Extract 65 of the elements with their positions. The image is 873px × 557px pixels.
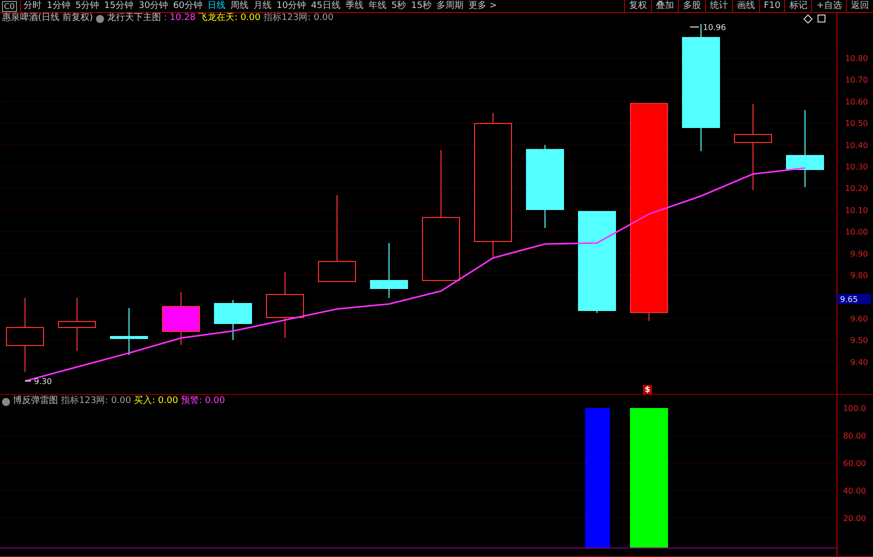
period-tab[interactable]: 日线 — [208, 0, 226, 12]
period-tab[interactable]: 分时 — [24, 0, 42, 12]
indicator-axis-label: 80.00 — [843, 432, 866, 441]
candlestick — [58, 298, 96, 352]
period-tab[interactable]: 更多 > — [468, 0, 498, 12]
candlestick — [110, 308, 148, 356]
chart-mode-button[interactable]: C0 — [2, 1, 17, 12]
signal-value: 飞龙在天: 0.00 — [198, 13, 260, 24]
price-tag: 9.65 — [840, 295, 858, 304]
period-tab[interactable]: 10分钟 — [276, 0, 306, 12]
price-axis-label: 10.00 — [845, 228, 868, 237]
diamond-icon[interactable] — [803, 14, 813, 24]
source-value: 指标123网: 0.00 — [264, 13, 334, 24]
settings-icon[interactable] — [2, 398, 10, 406]
candlestick — [162, 292, 200, 346]
toolbar-button[interactable]: F10 — [758, 0, 784, 12]
candlestick — [370, 242, 408, 298]
low-price-label: 9.30 — [34, 377, 52, 386]
period-tab[interactable]: 30分钟 — [138, 0, 168, 12]
buy-value: 买入: 0.00 — [134, 396, 178, 408]
indicator-axis-label: 40.00 — [843, 486, 866, 496]
leader-line — [24, 380, 32, 382]
price-axis-label: 10.70 — [845, 76, 868, 85]
price-axis-label: 10.20 — [845, 184, 868, 194]
indicator-axis-label: 100.0 — [843, 404, 866, 414]
period-tab[interactable]: 15分钟 — [104, 0, 134, 12]
price-axis-label: 10.10 — [845, 206, 868, 215]
price-axis-label: 9.90 — [850, 249, 868, 258]
price-axis-label: 10.60 — [845, 97, 868, 106]
price-axis-label: 10.80 — [845, 54, 868, 63]
alert-value: 预警: 0.00 — [181, 396, 225, 408]
indicator-value: : 10.28 — [164, 13, 196, 24]
period-tab[interactable]: 1分钟 — [46, 0, 70, 12]
price-axis-label: 9.60 — [850, 314, 868, 324]
price-tag-background — [837, 294, 871, 304]
indicator-axis-label: 20.00 — [843, 514, 866, 524]
source-value: 指标123网: 0.00 — [61, 396, 132, 408]
candlestick — [266, 272, 304, 338]
stock-title: 惠泉啤酒(日线 前复权) — [2, 13, 93, 24]
indicator-name: 龙行天下主图 — [106, 13, 161, 24]
period-tab[interactable]: 多周期 — [436, 0, 464, 12]
indicator-axis-label: 60.00 — [843, 459, 866, 468]
price-axis-label: 9.80 — [850, 271, 868, 280]
period-tab[interactable]: 年线 — [368, 0, 386, 12]
period-tab[interactable]: 5分钟 — [75, 0, 100, 12]
leader-line — [690, 26, 700, 28]
period-tab[interactable]: 季线 — [345, 0, 364, 12]
period-tab[interactable]: 60分钟 — [173, 0, 203, 12]
period-tab[interactable]: 15秒 — [411, 0, 432, 12]
toolbar-button[interactable]: 标记 — [784, 0, 812, 12]
period-tab[interactable]: 5秒 — [391, 0, 406, 12]
high-price-label: 10.96 — [703, 23, 726, 32]
period-tab[interactable]: 45日线 — [310, 0, 340, 12]
indicator-name: 博反弹雷图 — [13, 396, 58, 408]
period-tab[interactable]: 周线 — [230, 0, 249, 12]
signal-marker: $ — [643, 385, 652, 394]
price-axis-label: 9.50 — [850, 336, 868, 346]
price-axis-label: 10.40 — [845, 140, 868, 150]
settings-icon[interactable] — [96, 15, 104, 23]
price-axis-label: 10.50 — [845, 119, 868, 128]
period-tab[interactable]: 月线 — [254, 0, 272, 12]
price-axis-label: 10.30 — [845, 162, 868, 172]
candlestick — [214, 300, 252, 340]
panel-icon[interactable] — [818, 14, 826, 22]
price-axis-label: 9.40 — [850, 358, 868, 367]
